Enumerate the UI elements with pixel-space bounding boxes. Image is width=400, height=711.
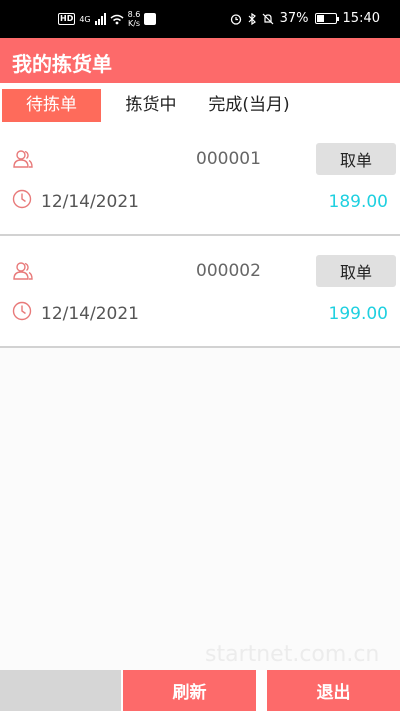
network-type: 4G [79, 14, 91, 24]
refresh-button[interactable]: 刷新 [123, 670, 256, 711]
network-speed: 8.6 K/s [128, 10, 141, 28]
tab-pending[interactable]: 待拣单 [2, 89, 101, 122]
user-icon [13, 262, 33, 280]
tab-picking[interactable]: 拣货中 [114, 89, 188, 122]
title-bar: 我的拣货单 [0, 38, 400, 83]
clock-time: 15:40 [342, 11, 380, 26]
status-right: 37% 15:40 [230, 11, 380, 26]
tab-bar: 待拣单 拣货中 完成(当月) [0, 86, 400, 124]
hd-badge: HD [58, 13, 76, 25]
clock-icon [12, 189, 32, 209]
wifi-icon [110, 14, 124, 24]
order-list: 000001 取单 12/14/2021 189.00 000002 取单 12… [0, 124, 400, 670]
status-left: HD 4G 8.6 K/s [58, 10, 157, 28]
order-date: 12/14/2021 [41, 304, 139, 324]
app-notification-icon [144, 13, 157, 25]
mute-icon [262, 13, 274, 24]
bottom-bar: 刷新 退出 [0, 670, 400, 711]
bluetooth-icon [248, 12, 256, 25]
take-order-button[interactable]: 取单 [316, 255, 396, 287]
page-title: 我的拣货单 [12, 52, 112, 76]
tab-completed-month[interactable]: 完成(当月) [200, 89, 298, 122]
exit-button[interactable]: 退出 [267, 670, 400, 711]
clock-icon [12, 301, 32, 321]
bottom-placeholder [0, 670, 121, 711]
status-bar: HD 4G 8.6 K/s 37% 15:40 [0, 0, 400, 38]
battery-percent: 37% [279, 11, 309, 26]
order-card: 000001 取单 12/14/2021 189.00 [0, 124, 400, 236]
order-date: 12/14/2021 [41, 192, 139, 212]
user-icon [13, 150, 33, 168]
order-number: 000002 [196, 261, 261, 281]
order-number: 000001 [196, 149, 261, 169]
order-amount: 199.00 [328, 304, 388, 324]
signal-icon [94, 13, 106, 25]
speed-value: 8.6 [127, 10, 141, 19]
order-card: 000002 取单 12/14/2021 199.00 [0, 236, 400, 348]
alarm-icon [230, 13, 241, 25]
speed-unit: K/s [127, 19, 141, 28]
order-amount: 189.00 [328, 192, 388, 212]
take-order-button[interactable]: 取单 [316, 143, 396, 175]
watermark: startnet.com.cn [205, 642, 380, 667]
battery-icon [314, 13, 339, 24]
